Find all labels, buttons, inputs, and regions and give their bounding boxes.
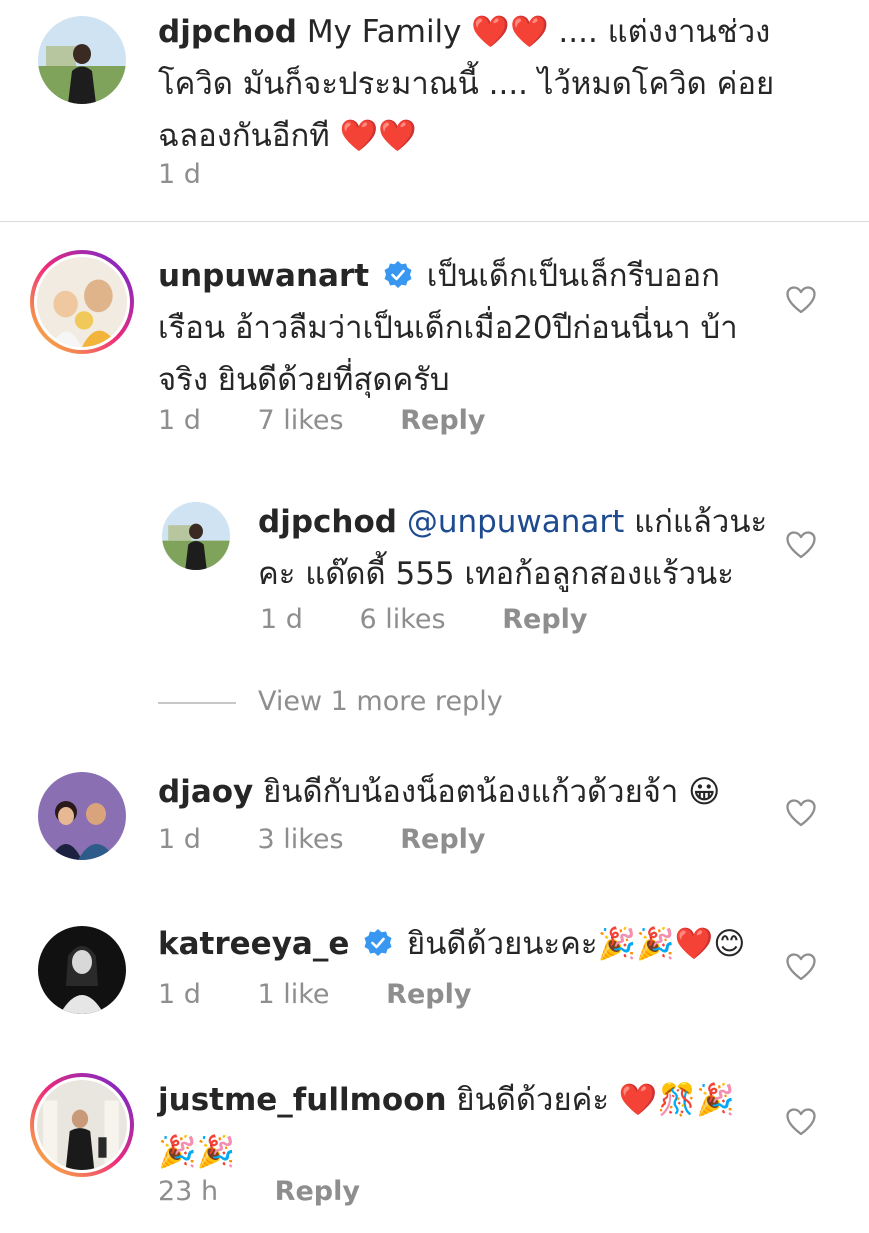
- username[interactable]: djpchod: [258, 504, 397, 540]
- username[interactable]: djaoy: [158, 774, 253, 810]
- like-count[interactable]: 7 likes: [258, 405, 344, 436]
- divider-line: [158, 701, 236, 704]
- comment-time: 1 d: [158, 159, 201, 190]
- heart-outline-icon[interactable]: [786, 531, 816, 559]
- view-more-label[interactable]: View 1 more reply: [258, 686, 503, 717]
- comment-text: ยินดีกับน้องน็อตน้องแก้วด้วยจ้า 😀: [253, 774, 721, 810]
- avatar-photo: [162, 502, 230, 570]
- username[interactable]: unpuwanart: [158, 258, 369, 294]
- reply-button[interactable]: Reply: [386, 979, 471, 1010]
- avatar[interactable]: [38, 926, 126, 1014]
- reply-button[interactable]: Reply: [400, 405, 485, 436]
- comment-time: 23 h: [158, 1176, 219, 1207]
- heart-outline-icon[interactable]: [786, 286, 816, 314]
- mention-link[interactable]: @unpuwanart: [407, 504, 625, 540]
- comment-time: 1 d: [158, 405, 201, 436]
- username[interactable]: justme_fullmoon: [158, 1082, 447, 1118]
- avatar[interactable]: [38, 772, 126, 860]
- comment-time: 1 d: [158, 979, 201, 1010]
- avatar[interactable]: [162, 502, 230, 570]
- comment-text: คะ แด๊ดดี้ 555 เทอก้อลูกสองแร้วนะ: [258, 556, 734, 592]
- like-count[interactable]: 6 likes: [360, 604, 446, 635]
- heart-outline-icon[interactable]: [786, 1108, 816, 1136]
- username[interactable]: djpchod: [158, 14, 297, 50]
- avatar-photo: [38, 772, 126, 860]
- avatar-photo: [38, 16, 126, 104]
- avatar[interactable]: [30, 1073, 134, 1177]
- like-count[interactable]: 3 likes: [258, 824, 344, 855]
- divider: [0, 221, 869, 222]
- avatar-photo: [37, 257, 127, 347]
- comment-text: จริง ยินดีด้วยที่สุดครับ: [158, 362, 450, 398]
- avatar-photo: [37, 1080, 127, 1170]
- avatar[interactable]: [38, 16, 126, 104]
- comment-text: 🎉🎉: [158, 1134, 236, 1170]
- heart-outline-icon[interactable]: [786, 799, 816, 827]
- comment-text: เรือน อ้าวลืมว่าเป็นเด็กเมื่อ20ปีก่อนนี่…: [158, 310, 738, 346]
- verified-badge-icon: [364, 929, 392, 956]
- view-more-replies[interactable]: View 1 more reply: [158, 686, 503, 717]
- username[interactable]: katreeya_e: [158, 926, 349, 962]
- comment-text: ยินดีด้วยค่ะ ❤️🎊🎉: [446, 1082, 735, 1118]
- comment-text: โควิด มันก็จะประมาณนี้ .... ไว้หมดโควิด …: [158, 66, 775, 102]
- reply-button[interactable]: Reply: [275, 1176, 360, 1207]
- comment-text: แก่แล้วนะ: [624, 504, 768, 540]
- reply-button[interactable]: Reply: [400, 824, 485, 855]
- avatar[interactable]: [30, 250, 134, 354]
- comment-text: ฉลองกันอีกที ❤️❤️: [158, 118, 417, 154]
- comment-time: 1 d: [158, 824, 201, 855]
- verified-badge-icon: [384, 261, 412, 288]
- comment-text: My Family ❤️❤️ .... แต่งงานช่วง: [306, 14, 771, 50]
- like-count[interactable]: 1 like: [258, 979, 330, 1010]
- comment-text: ยินดีด้วยนะคะ🎉🎉❤️😊: [397, 926, 746, 962]
- heart-outline-icon[interactable]: [786, 953, 816, 981]
- comment-text: เป็นเด็กเป็นเล็กรีบออก: [426, 258, 720, 294]
- comment-time: 1 d: [260, 604, 303, 635]
- avatar-photo: [38, 926, 126, 1014]
- reply-button[interactable]: Reply: [502, 604, 587, 635]
